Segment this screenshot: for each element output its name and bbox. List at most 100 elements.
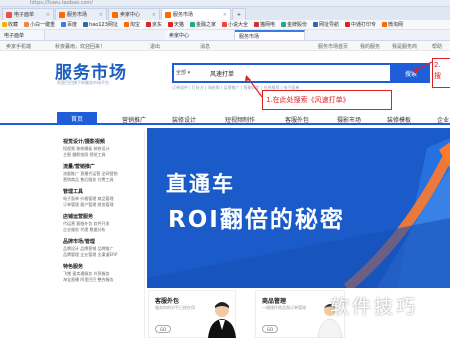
main-nav: 首页 营销推广 装修设计 短视频制作 客服外包 摄影市场 装修模板 企业 [0, 112, 450, 125]
menu-group-links[interactable]: 营销商品 售后服务 付费工具 [63, 177, 144, 183]
tab-favicon-icon [165, 11, 171, 18]
nav-item[interactable]: 装修模板 [387, 115, 411, 124]
nav-item[interactable]: 企业 [437, 115, 449, 124]
close-icon[interactable]: × [150, 12, 156, 18]
site-top-bar: 卖家手机端 秋夜暮雨，欢迎回来！ 退出 消息 服务市场首页 我的服务 我是服务商… [0, 41, 450, 51]
go-button[interactable]: GO [155, 325, 171, 333]
tab-favicon-icon [59, 11, 65, 18]
address-bar[interactable]: https://fuwu.taobao.com/ [0, 0, 450, 7]
watermark-text: 软件技巧 [330, 296, 419, 318]
browser-tab-active[interactable]: 服务市场 × [161, 8, 231, 20]
nav-item[interactable]: 短视频制作 [225, 115, 255, 124]
bookmark-icon [221, 22, 227, 27]
close-icon[interactable]: × [44, 12, 50, 18]
menu-group: 品牌市场/管理 品牌设计 品牌营销 品牌推广 品牌管理 企业管理 全渠道ERP [60, 238, 144, 258]
go-button[interactable]: GO [262, 325, 278, 333]
close-icon[interactable]: × [221, 12, 227, 18]
menu-group: 特色服务 飞猪 速卖通服务 外贸服务 淘宝直播 阿里巴巴 整合服务 [60, 263, 144, 283]
menu-group: 视觉设计/摄影视频 短视频 装修模板 装修设计 主图 摄影拍照 视觉工具 [60, 138, 144, 158]
mobile-link[interactable]: 卖家手机端 [6, 43, 31, 50]
card-person-image [208, 302, 236, 338]
browser-tab[interactable]: 服务市场 × [55, 8, 107, 20]
menu-group-title[interactable]: 店铺运营服务 [63, 213, 144, 220]
bookmark-icon [24, 22, 30, 27]
bookmarks-bar: 收藏 小白一键重 百度 hao123网址 淘宝 京东 天猫 金融之家 小说大全 … [0, 20, 450, 30]
bookmark-item[interactable]: 网址导航 [313, 21, 339, 28]
bookmark-item[interactable]: 天猫 [167, 21, 184, 28]
new-tab-button[interactable]: + [232, 8, 246, 20]
bookmark-item[interactable]: 中通打印专 [345, 21, 376, 28]
menu-group-links[interactable]: 淘宝直播 阿里巴巴 整合服务 [63, 277, 144, 283]
nav-item[interactable]: 装修设计 [172, 115, 196, 124]
annotation-step-1: 1.在此处搜索《风速打单》 [262, 90, 392, 110]
bookmark-icon [189, 22, 195, 27]
bookmark-item[interactable]: 猫网电 [253, 21, 275, 28]
menu-group-title[interactable]: 视觉设计/摄影视频 [63, 138, 144, 145]
card-subtitle: 一键操作商品和订单管理 [262, 305, 306, 310]
topbar-link[interactable]: 我的服务 [360, 43, 380, 50]
menu-group: 流量/营销推广 流量推广 直播代运营 全网营销 营销商品 售后服务 付费工具 [60, 163, 144, 183]
bookmark-icon [83, 22, 89, 27]
bookmark-item[interactable]: 小说大全 [221, 21, 248, 28]
topbar-link[interactable]: 帮助 [432, 43, 442, 50]
bookmark-item[interactable]: 京东 [145, 21, 162, 28]
tab-favicon-icon [112, 11, 118, 18]
search-category-select[interactable]: 全部 ▾ [176, 69, 190, 76]
bookmark-icon [123, 22, 129, 27]
bookmark-item[interactable]: 微淘网 [382, 21, 403, 28]
browser-tab[interactable]: 电子面单 × [2, 8, 54, 20]
bookmark-icon [345, 22, 351, 27]
tab-favicon-icon [6, 11, 12, 18]
menu-group-links[interactable]: 主图 摄影拍照 视觉工具 [63, 152, 144, 158]
nav-item[interactable]: 客服外包 [285, 115, 309, 124]
bookmark-item[interactable]: 小白一键重 [24, 21, 55, 28]
bookmark-item[interactable]: 金融之家 [189, 21, 216, 28]
menu-group-title[interactable]: 品牌市场/管理 [63, 238, 144, 245]
topbar-link[interactable]: 服务市场首页 [318, 43, 348, 50]
menu-group-links[interactable]: 企业服务 代理 数据分析 [63, 227, 144, 233]
card-subtitle: 服务你的对手已经在用 [155, 305, 195, 310]
greeting-text: 秋夜暮雨，欢迎回来！ [55, 44, 106, 50]
bookmark-item[interactable]: 百度 [61, 21, 77, 28]
bookmark-icon [253, 22, 259, 27]
bookmark-item[interactable]: 淘宝 [123, 21, 140, 28]
bookmark-item[interactable]: hao123网址 [83, 21, 118, 28]
card-title: 客服外包 [155, 298, 180, 305]
logout-link[interactable]: 退出 [150, 43, 160, 50]
menu-group-title[interactable]: 流量/营销推广 [63, 163, 144, 170]
topbar-link[interactable]: 我是服务商 [392, 43, 417, 50]
menu-group-links[interactable]: 订单管理 客户管理 财务管理 [63, 202, 144, 208]
banner-headline: 直通车 [166, 172, 235, 196]
search-input[interactable] [210, 67, 390, 80]
bookmark-icon [145, 22, 151, 27]
chevron-down-icon: ▾ [187, 70, 191, 76]
nav-item[interactable]: 摄影市场 [337, 115, 361, 124]
annotation-step-2: 2. 搜 [432, 58, 450, 88]
bookmark-item[interactable]: 收藏 [2, 21, 18, 28]
nav-item[interactable]: 营销推广 [122, 115, 146, 124]
messages-link[interactable]: 消息 [200, 43, 210, 50]
bookmark-icon [313, 22, 318, 27]
category-menu: 视觉设计/摄影视频 短视频 装修模板 装修设计 主图 摄影拍照 视觉工具 流量/… [60, 130, 145, 338]
page-tab-strip: 电子面单 卖家中心 服务市场 [0, 30, 450, 41]
bookmark-item[interactable]: 金牌股份 [280, 21, 307, 28]
menu-group-title[interactable]: 管理工具 [63, 188, 144, 195]
close-icon[interactable]: × [97, 12, 103, 18]
bookmark-icon [382, 22, 388, 27]
browser-tab[interactable]: 卖家中心 × [108, 8, 160, 20]
card-title: 商品管理 [262, 298, 287, 305]
menu-group: 店铺运营服务 代运营 客服外包 软件开发 企业服务 代理 数据分析 [60, 213, 144, 233]
page-tab-active[interactable]: 服务市场 [235, 30, 305, 40]
page-tab[interactable]: 卖家中心 [165, 30, 235, 40]
menu-group-links[interactable]: 品牌管理 企业管理 全渠道ERP [63, 252, 144, 258]
menu-group: 管理工具 电子面单 价格管理 商品管理 订单管理 客户管理 财务管理 [60, 188, 144, 208]
star-icon [2, 22, 7, 27]
nav-home[interactable]: 首页 [57, 112, 97, 125]
bookmark-icon [61, 22, 67, 27]
menu-group-title[interactable]: 特色服务 [63, 263, 144, 270]
browser-tab-strip: 电子面单 × 服务市场 × 卖家中心 × 服务市场 × + [0, 7, 450, 20]
search-button[interactable]: 搜索 [392, 63, 430, 83]
banner-subheadline: ROI翻倍的秘密 [168, 207, 345, 233]
plus-icon: + [236, 11, 242, 18]
page-tab[interactable]: 电子面单 [0, 30, 45, 40]
